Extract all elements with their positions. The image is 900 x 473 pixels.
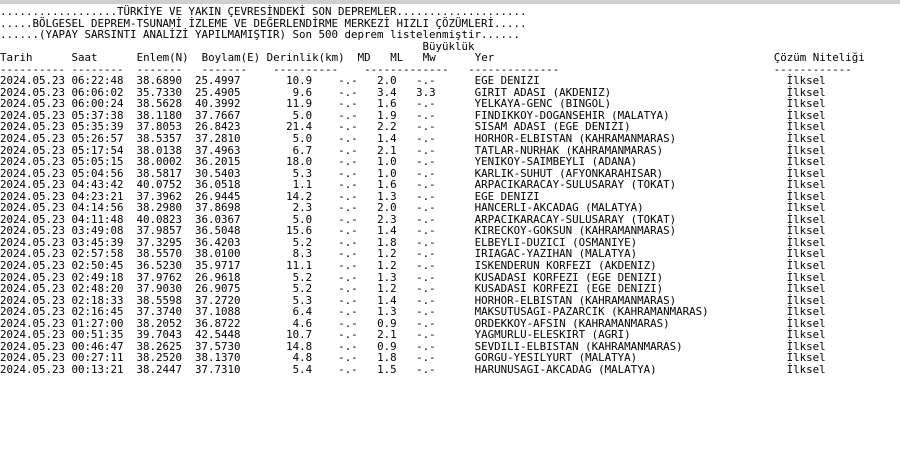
cell-mw: -.- (416, 362, 475, 376)
cell-ml: 1.5 (377, 362, 417, 376)
cell-derinlik: 5.4 (266, 362, 339, 376)
cell-cozum: İlksel (786, 362, 826, 376)
earthquake-rows: 2024.05.23 06:22:48 38.6890 25.4997 10.9… (0, 74, 826, 376)
earthquake-listing: ..................TÜRKİYE VE YAKIN ÇEVRE… (0, 6, 865, 376)
top-border (0, 0, 900, 4)
table-row: 2024.05.23 00:13:21 38.2447 37.7310 5.4 … (0, 363, 826, 376)
cell-saat: 00:13:21 (71, 362, 137, 376)
cell-tarih: 2024.05.23 (0, 362, 72, 376)
cell-yer: HARUNUSAGI-AKCADAG (MALATYA) (474, 362, 787, 376)
cell-enlem: 38.2447 (136, 362, 196, 376)
cell-md: -.- (338, 362, 378, 376)
cell-boylam: 37.7310 (195, 362, 267, 376)
